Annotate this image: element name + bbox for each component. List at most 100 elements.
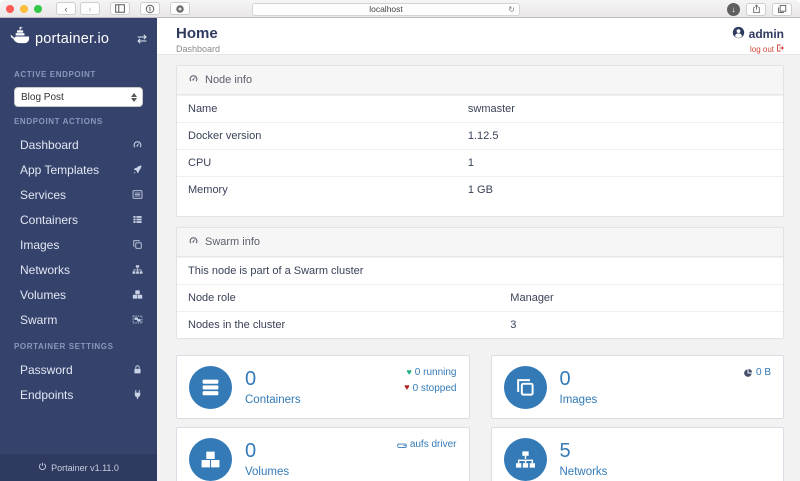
row-value: Manager xyxy=(510,292,553,304)
sidebar-item-volumes[interactable]: Volumes xyxy=(0,282,157,307)
logout-label: log out xyxy=(750,45,774,54)
networks-label: Networks xyxy=(560,466,608,478)
app-version: Portainer v1.11.0 xyxy=(51,463,119,473)
gauge-icon xyxy=(188,235,199,249)
table-row: Name swmaster xyxy=(177,95,783,122)
grid-icon xyxy=(132,214,143,225)
forward-button[interactable]: › xyxy=(80,2,100,15)
row-label: Docker version xyxy=(188,130,261,142)
clone-icon xyxy=(504,366,547,409)
sidebar-item-label: Volumes xyxy=(20,288,66,302)
sidebar: portainer.io ⇄ ACTIVE ENDPOINT Blog Post… xyxy=(0,18,157,481)
gauge-icon xyxy=(132,139,143,150)
sitemap-icon xyxy=(504,438,547,481)
sidebar-item-label: Services xyxy=(20,188,66,202)
close-window-button[interactable] xyxy=(6,5,14,13)
breadcrumb: Dashboard xyxy=(176,44,784,54)
volumes-count: 0 xyxy=(245,441,289,461)
endpoint-select[interactable]: Blog Post xyxy=(14,87,143,107)
heart-green-icon: ♥ xyxy=(406,366,411,380)
pie-chart-icon xyxy=(743,368,753,378)
containers-card[interactable]: 0 Containers ♥ 0 running ♥ 0 stopped xyxy=(176,355,470,419)
table-row: Docker version 1.12.5 xyxy=(177,122,783,149)
list-icon xyxy=(132,189,143,200)
sidebar-item-label: Containers xyxy=(20,213,78,227)
row-value: swmaster xyxy=(468,103,515,115)
address-bar[interactable]: localhost ↻ xyxy=(252,3,520,16)
select-stepper-icon xyxy=(131,93,137,102)
swarm-note-row: This node is part of a Swarm cluster xyxy=(177,257,783,284)
username[interactable]: admin xyxy=(749,27,784,41)
extension-icon[interactable] xyxy=(170,2,190,15)
server-icon xyxy=(189,366,232,409)
table-row: Memory 1 GB xyxy=(177,176,783,203)
sidebar-item-app-templates[interactable]: App Templates xyxy=(0,157,157,182)
page-header: Home Dashboard admin log out xyxy=(157,18,800,55)
images-count: 0 xyxy=(560,369,598,389)
images-size: 0 B xyxy=(756,365,771,381)
browser-chrome: ‹ › localhost ↻ ↓ xyxy=(0,0,800,18)
row-value: 3 xyxy=(510,319,516,331)
app-logo-text: portainer.io xyxy=(35,31,109,47)
reload-icon[interactable]: ↻ xyxy=(508,5,515,14)
volumes-label: Volumes xyxy=(245,466,289,478)
plug-icon xyxy=(132,389,143,400)
sidebar-item-services[interactable]: Services xyxy=(0,182,157,207)
networks-card[interactable]: 5 Networks xyxy=(491,427,785,481)
row-value: 1 xyxy=(468,157,474,169)
downloads-icon[interactable]: ↓ xyxy=(727,3,740,16)
zoom-window-button[interactable] xyxy=(34,5,42,13)
sidebar-collapse-icon[interactable]: ⇄ xyxy=(137,32,147,46)
heart-red-icon: ♥ xyxy=(404,381,409,395)
cubes-icon xyxy=(189,438,232,481)
back-button[interactable]: ‹ xyxy=(56,2,76,15)
row-label: Memory xyxy=(188,184,228,196)
sidebar-item-containers[interactable]: Containers xyxy=(0,207,157,232)
portainer-settings-label: PORTAINER SETTINGS xyxy=(0,332,157,355)
volumes-card[interactable]: 0 Volumes aufs driver xyxy=(176,427,470,481)
sidebar-item-label: Networks xyxy=(20,263,70,277)
row-label: CPU xyxy=(188,157,211,169)
panel-title: Node info xyxy=(205,74,252,86)
window-controls xyxy=(6,5,42,13)
sidebar-item-images[interactable]: Images xyxy=(0,232,157,257)
sidebar-item-endpoints[interactable]: Endpoints xyxy=(0,382,157,407)
url-text: localhost xyxy=(369,4,403,14)
containers-label: Containers xyxy=(245,394,301,406)
images-label: Images xyxy=(560,394,598,406)
sidebar-item-password[interactable]: Password xyxy=(0,357,157,382)
tabs-overview-icon[interactable] xyxy=(772,3,792,16)
minimize-window-button[interactable] xyxy=(20,5,28,13)
sidebar-item-label: Swarm xyxy=(20,313,57,327)
sidebar-footer: Portainer v1.11.0 xyxy=(0,454,157,481)
endpoint-actions-label: ENDPOINT ACTIONS xyxy=(0,107,157,130)
sidebar-item-dashboard[interactable]: Dashboard xyxy=(0,132,157,157)
node-info-panel: Node info Name swmaster Docker version 1… xyxy=(176,65,784,217)
sidebar-item-label: Images xyxy=(20,238,59,252)
sidebar-item-swarm[interactable]: Swarm xyxy=(0,307,157,332)
logout-link[interactable]: log out xyxy=(732,44,784,54)
sidebar-toggle-icon[interactable] xyxy=(110,2,130,15)
row-label: Nodes in the cluster xyxy=(188,319,285,331)
sidebar-item-label: Endpoints xyxy=(20,388,73,402)
sidebar-item-label: Dashboard xyxy=(20,138,79,152)
lock-icon xyxy=(132,364,143,375)
hdd-icon xyxy=(397,440,407,450)
images-card[interactable]: 0 Images 0 B xyxy=(491,355,785,419)
page-info-icon[interactable] xyxy=(140,2,160,15)
endpoint-select-value: Blog Post xyxy=(21,92,64,103)
sidebar-item-label: Password xyxy=(20,363,73,377)
volumes-driver: aufs driver xyxy=(410,437,457,453)
stopped-count: 0 stopped xyxy=(413,381,457,397)
sidebar-item-label: App Templates xyxy=(20,163,99,177)
portainer-whale-logo-icon xyxy=(10,26,31,52)
rocket-icon xyxy=(132,164,143,175)
containers-count: 0 xyxy=(245,369,301,389)
row-label: Name xyxy=(188,103,217,115)
table-row: CPU 1 xyxy=(177,149,783,176)
row-value: 1.12.5 xyxy=(468,130,499,142)
sidebar-item-networks[interactable]: Networks xyxy=(0,257,157,282)
gauge-icon xyxy=(188,73,199,87)
share-icon[interactable] xyxy=(746,3,766,16)
page-title: Home xyxy=(176,25,784,42)
